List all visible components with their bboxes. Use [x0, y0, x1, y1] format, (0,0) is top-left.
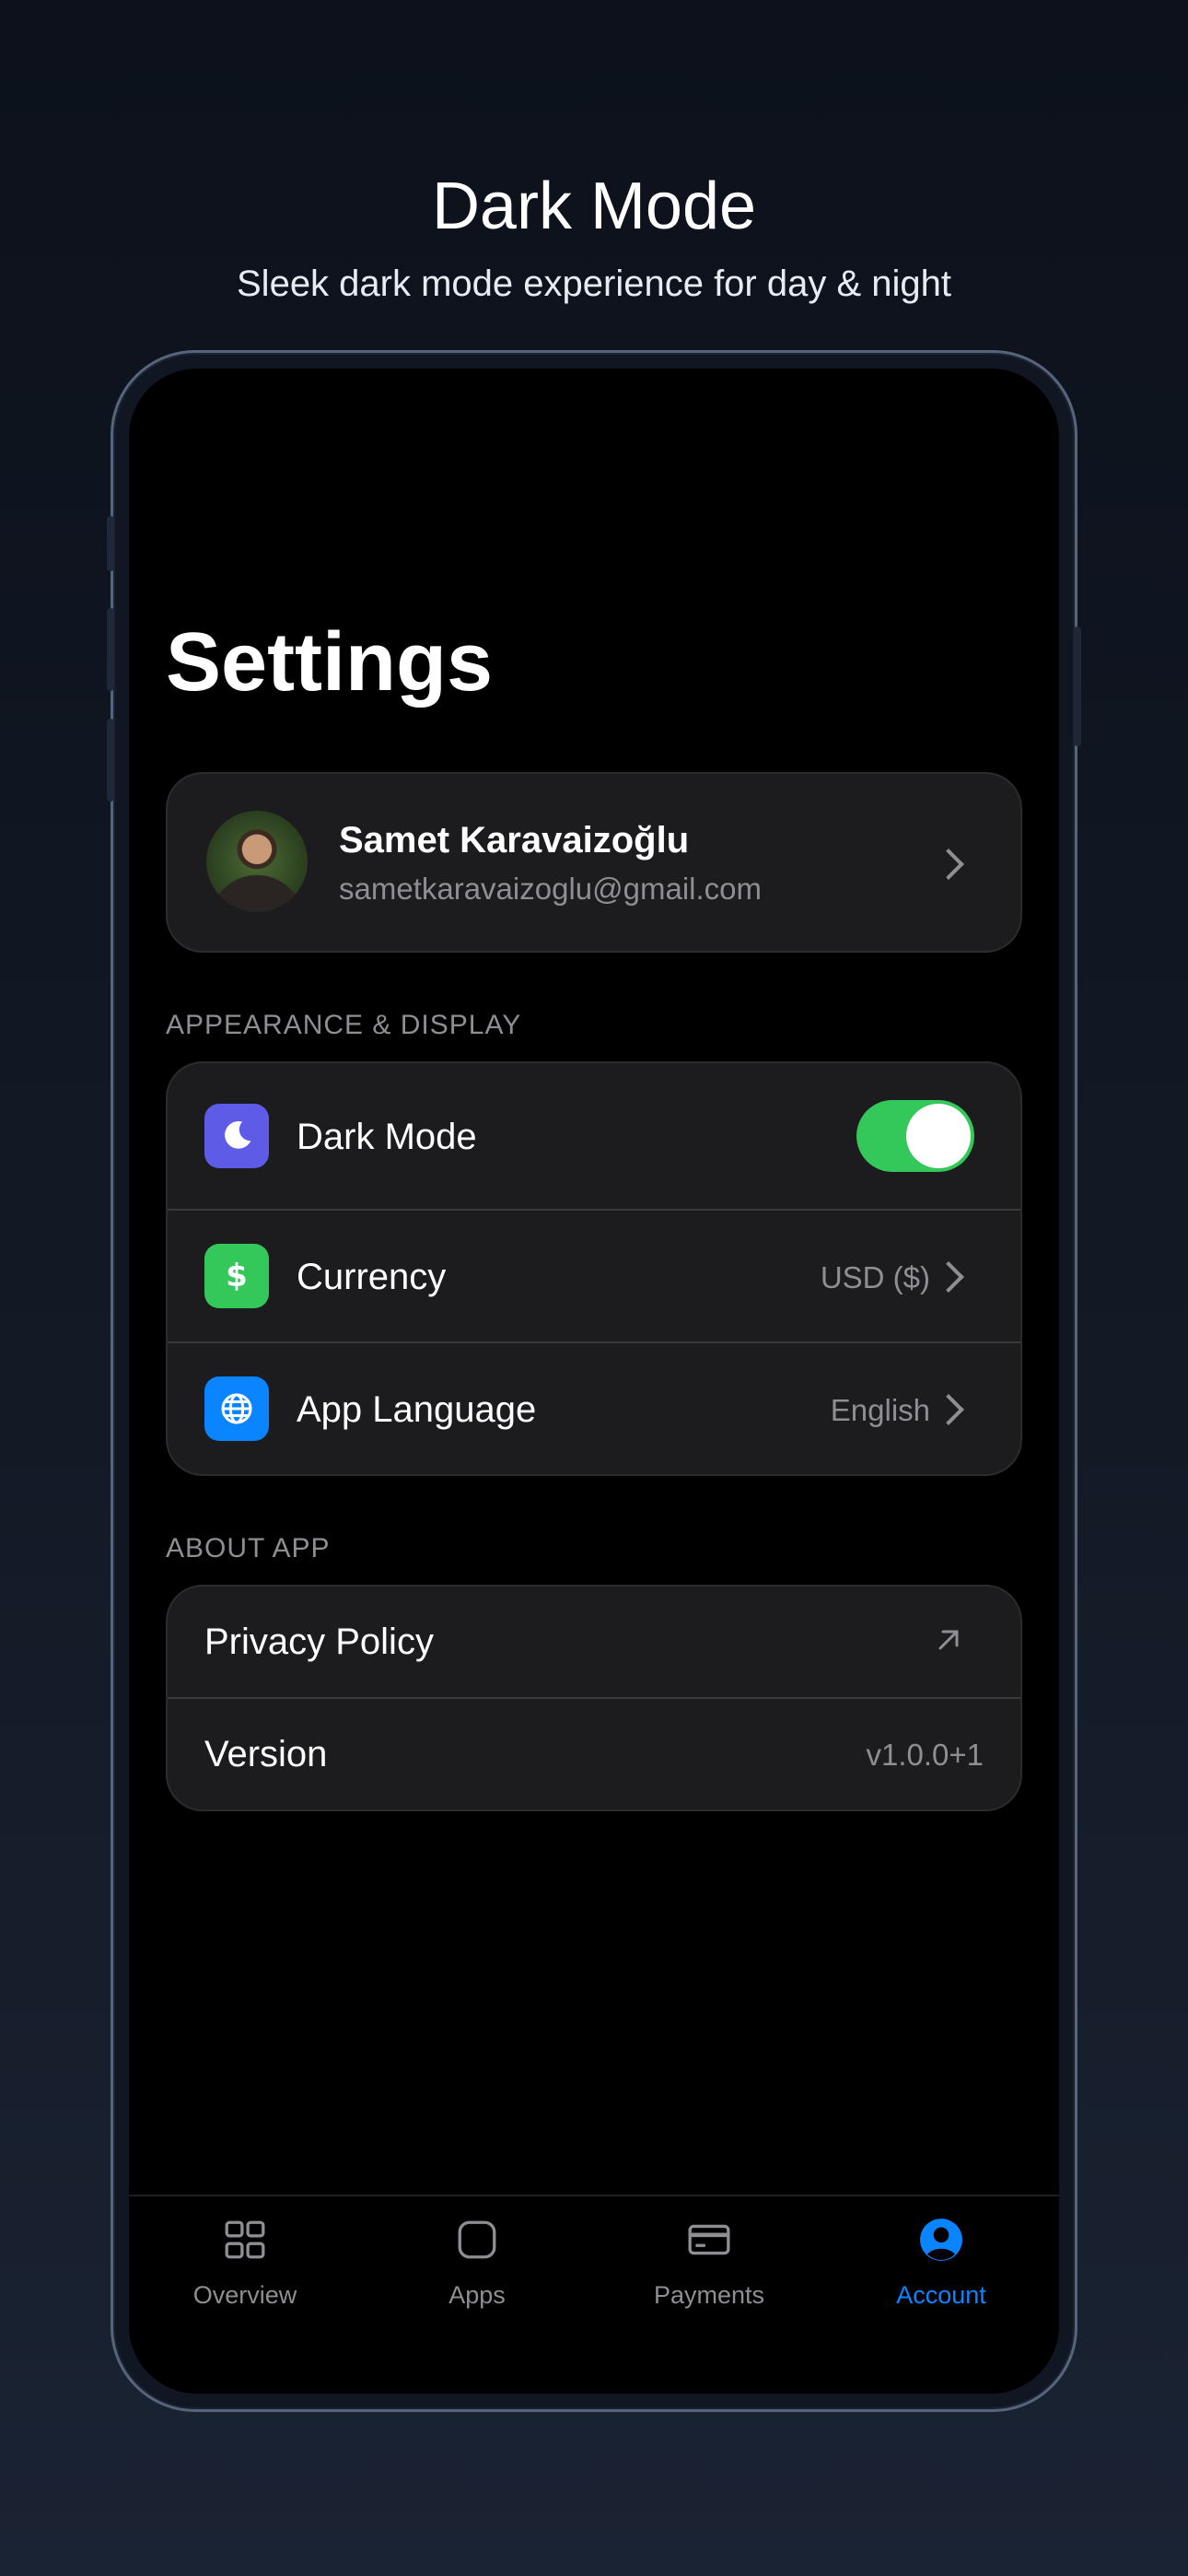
external-link-icon — [932, 1623, 965, 1657]
section-label-about: ABOUT APP — [166, 1533, 331, 1563]
account-icon — [920, 2219, 962, 2261]
chevron-right-icon — [933, 1261, 964, 1293]
row-value-version: v1.0.0+1 — [866, 1738, 984, 1772]
grid-icon — [225, 2220, 265, 2259]
avatar — [206, 811, 308, 912]
about-card: Privacy Policy Version v1.0.0+1 — [166, 1585, 1022, 1811]
page-title: Settings — [166, 616, 494, 708]
row-label-currency: Currency — [297, 1257, 447, 1297]
app-screen: Settings Samet Karavaizoğlu sametkaravai… — [129, 369, 1059, 2394]
phone-volume-down-button — [107, 719, 114, 802]
tab-account[interactable]: Account — [825, 2196, 1057, 2394]
chevron-right-icon — [933, 849, 964, 880]
profile-card[interactable]: Samet Karavaizoğlu sametkaravaizoglu@gma… — [166, 772, 1022, 953]
toggle-knob — [906, 1104, 971, 1168]
appearance-card: Dark Mode $ Currency USD ($) App Languag… — [166, 1061, 1022, 1476]
hero-subtitle: Sleek dark mode experience for day & nig… — [237, 263, 951, 304]
row-dark-mode[interactable]: Dark Mode — [168, 1063, 1020, 1209]
card-icon — [688, 2224, 730, 2255]
row-currency[interactable]: $ Currency USD ($) — [168, 1211, 1020, 1341]
row-label-version: Version — [204, 1734, 328, 1774]
profile-email: sametkaravaizoglu@gmail.com — [339, 872, 763, 906]
square-icon — [458, 2220, 496, 2259]
section-label-appearance: APPEARANCE & DISPLAY — [166, 1010, 522, 1040]
tab-label-overview: Overview — [192, 2281, 297, 2309]
row-label-dark-mode: Dark Mode — [297, 1117, 477, 1157]
profile-name: Samet Karavaizoğlu — [339, 820, 690, 861]
dark-mode-toggle[interactable] — [856, 1100, 974, 1172]
tab-label-apps: Apps — [448, 2281, 506, 2309]
phone-side-button — [107, 516, 114, 571]
phone-volume-up-button — [107, 608, 114, 691]
row-value-currency: USD ($) — [820, 1260, 930, 1294]
tab-label-payments: Payments — [653, 2281, 765, 2309]
phone-power-button — [1074, 626, 1081, 746]
tab-label-account: Account — [896, 2281, 986, 2309]
row-privacy-policy[interactable]: Privacy Policy — [168, 1587, 1020, 1697]
row-value-app-language: English — [830, 1393, 930, 1427]
tab-overview[interactable]: Overview — [129, 2196, 361, 2394]
row-label-privacy-policy: Privacy Policy — [204, 1622, 434, 1662]
globe-icon — [204, 1376, 269, 1441]
tab-apps[interactable]: Apps — [361, 2196, 593, 2394]
row-app-language[interactable]: App Language English — [168, 1343, 1020, 1474]
tab-payments[interactable]: Payments — [593, 2196, 825, 2394]
row-label-app-language: App Language — [297, 1389, 537, 1430]
tab-bar: Overview Apps Payments Account — [129, 2195, 1059, 2394]
moon-icon — [204, 1104, 269, 1168]
row-version: Version v1.0.0+1 — [168, 1699, 1020, 1809]
chevron-right-icon — [933, 1394, 964, 1425]
dollar-icon: $ — [204, 1244, 269, 1308]
hero-title: Dark Mode — [431, 170, 757, 243]
